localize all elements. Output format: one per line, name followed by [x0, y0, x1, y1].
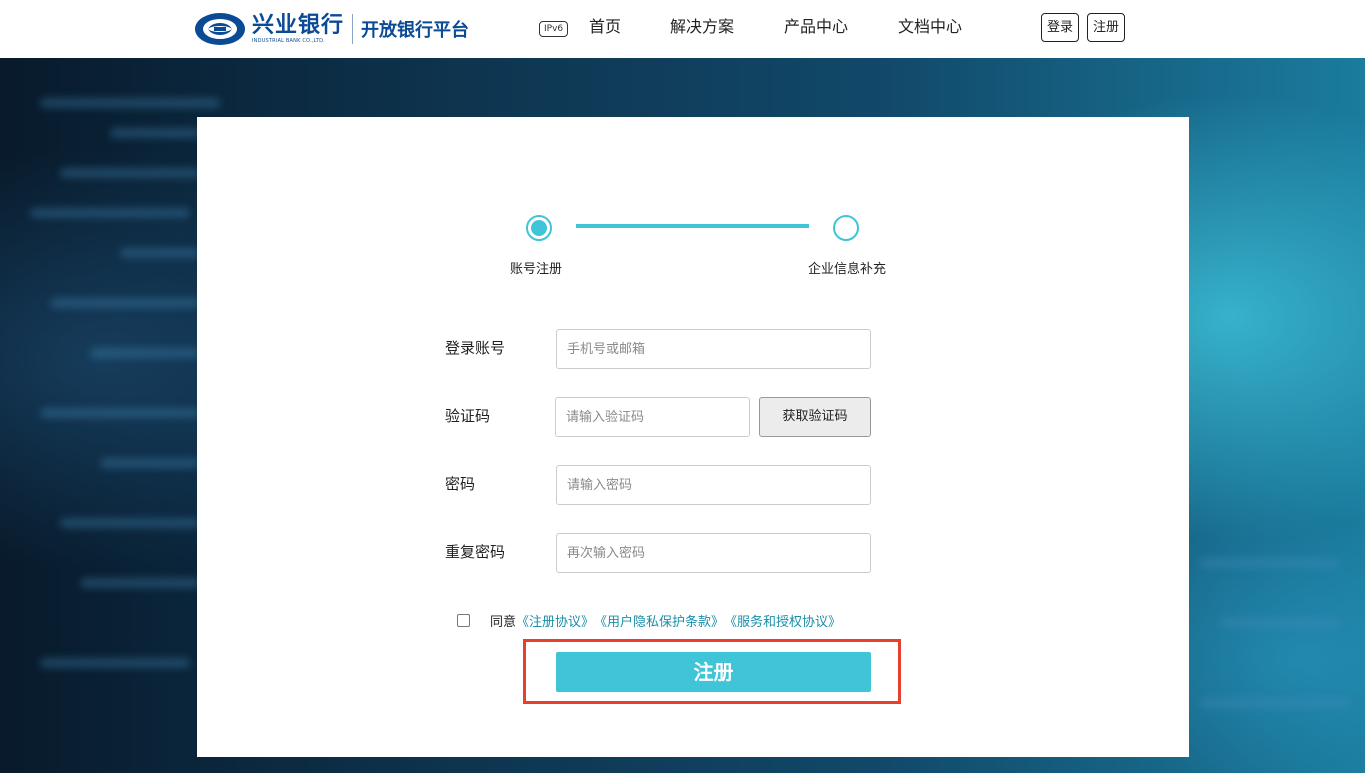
step1-label: 账号注册 — [510, 262, 563, 277]
account-label: 登录账号 — [445, 339, 506, 357]
register-agreement-link[interactable]: 《注册协议》 — [516, 611, 594, 630]
agree-prefix: 同意 — [490, 614, 517, 630]
service-agreement-link[interactable]: 《服务和授权协议》 — [724, 611, 841, 630]
nav-docs[interactable]: 文档中心 — [898, 17, 962, 37]
step2-indicator — [833, 215, 859, 241]
logo-chinese-name: 兴业银行 — [252, 12, 345, 38]
login-button[interactable]: 登录 — [1041, 13, 1080, 42]
code-label: 验证码 — [445, 407, 491, 425]
register-card: 账号注册 企业信息补充 登录账号 验证码 获取验证码 密码 重复密码 同意 《注… — [197, 117, 1189, 757]
privacy-terms-link[interactable]: 《用户隐私保护条款》 — [594, 611, 724, 630]
step-progress-line — [576, 224, 809, 228]
password-input[interactable] — [556, 465, 871, 505]
bank-logo-icon — [195, 13, 245, 45]
platform-name: 开放银行平台 — [361, 20, 470, 41]
nav-products[interactable]: 产品中心 — [784, 17, 848, 37]
password-label: 密码 — [445, 475, 476, 493]
top-header: 兴业银行 INDUSTRIAL BANK CO.,LTD. 开放银行平台 IPv… — [0, 0, 1365, 58]
repeat-password-input[interactable] — [556, 533, 871, 573]
agree-checkbox[interactable] — [457, 613, 470, 627]
nav-home[interactable]: 首页 — [589, 17, 621, 37]
account-input[interactable] — [556, 329, 871, 369]
verification-code-input[interactable] — [555, 397, 750, 437]
register-header-button[interactable]: 注册 — [1087, 13, 1126, 42]
step2-label: 企业信息补充 — [808, 262, 887, 277]
register-submit-button[interactable]: 注册 — [556, 652, 871, 692]
logo-english-name: INDUSTRIAL BANK CO.,LTD. — [252, 38, 325, 44]
step1-indicator — [526, 215, 552, 241]
bank-logo[interactable]: 兴业银行 INDUSTRIAL BANK CO.,LTD. 开放银行平台 — [194, 10, 469, 48]
agreement-row: 同意 《注册协议》 《用户隐私保护条款》 《服务和授权协议》 — [457, 610, 841, 630]
get-code-button[interactable]: 获取验证码 — [759, 397, 871, 437]
repeat-password-label: 重复密码 — [445, 543, 506, 561]
ipv6-badge: IPv6 — [539, 21, 569, 37]
logo-divider — [352, 14, 354, 44]
nav-solutions[interactable]: 解决方案 — [670, 17, 734, 37]
